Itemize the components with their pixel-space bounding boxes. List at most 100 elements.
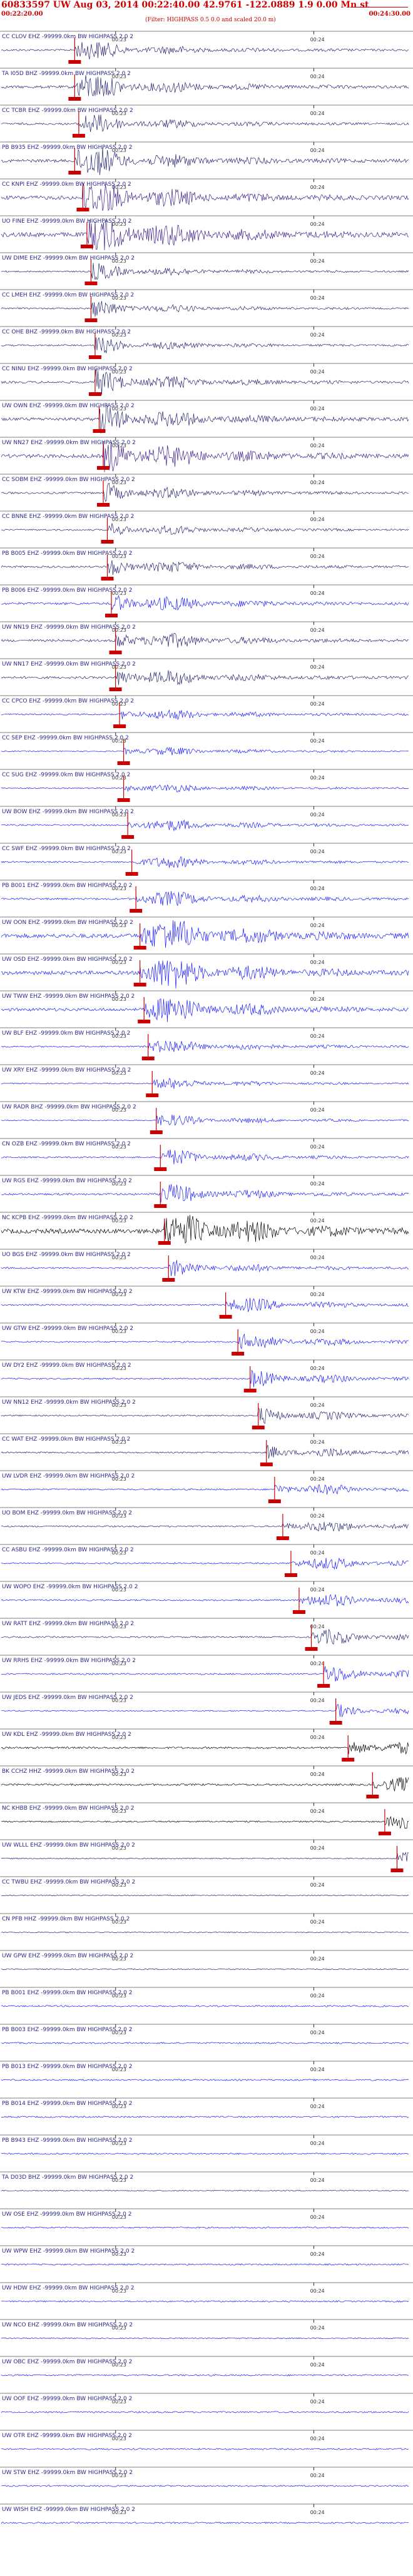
waveform (1, 2374, 409, 2376)
channel-label: UW OTR EHZ -99999.0km BW HIGHPASS 2.0 2 (2, 2433, 132, 2439)
trace-row: 00:23 00:24CC SEP EHZ -99999.0km BW HIGHP… (0, 732, 413, 765)
pick-marker (84, 281, 98, 285)
trace-row: 00:23 00:24CC LMEH EHZ -99999.0km BW HIGH… (0, 289, 413, 322)
tick-label: 00:24 (310, 2251, 325, 2257)
pick-marker (268, 1499, 281, 1503)
waveform (1, 2042, 409, 2044)
waveform (1, 1628, 409, 1645)
waveform (1, 2448, 409, 2450)
trace-row: 00:23 00:24UW DIME EHZ -99999.0km BW HIGH… (0, 252, 413, 285)
tick-label: 00:24 (310, 664, 325, 670)
trace-row: 00:23 00:24UW GTW EHZ -99999.0km BW HIGHP… (0, 1322, 413, 1356)
channel-label: PB B001 EHZ -99999.0km BW HIGHPASS 2.0 2 (2, 1990, 132, 1996)
tick-label: 00:24 (310, 111, 325, 116)
tick-label: 00:24 (310, 2288, 325, 2294)
tick-label: 00:24 (310, 738, 325, 744)
trace-row: 00:23 00:24CC SOBM EHZ -99999.0km BW HIGH… (0, 474, 413, 507)
waveform (1, 2005, 409, 2007)
trace-list: 00:23 00:24 CC CLOV EHZ -99999.0km BW HIGH… (0, 29, 413, 2576)
pick-marker (125, 872, 138, 876)
tick-label: 00:24 (310, 923, 325, 928)
trace-row: 00:23 00:24PB B935 EHZ -99999.0km BW HIGH… (0, 141, 413, 175)
tick-label: 00:24 (310, 812, 325, 818)
waveform (1, 337, 409, 353)
tick-label: 00:24 (310, 1661, 325, 1666)
waveform (1, 1407, 409, 1424)
trace-row: 00:23 00:24CC KNPI EHZ -99999.0km BW HIGH… (0, 178, 413, 211)
pick-marker (88, 355, 101, 359)
waveform (1, 2522, 409, 2524)
pick-marker (146, 1093, 159, 1097)
channel-label: UW STW EHZ -99999.0km BW HIGHPASS 2.0 2 (2, 2470, 133, 2476)
trace-row: 00:23 00:24UW OTR EHZ -99999.0km BW HIGHP… (0, 2430, 413, 2450)
channel-label: CC SEP EHZ -99999.0km BW HIGHPASS 2.0 2 (2, 735, 129, 741)
channel-label: PB B005 EHZ -99999.0km BW HIGHPASS 2.0 2 (2, 550, 132, 557)
trace-row: 00:23 00:24UW NCO EHZ -99999.0km BW HIGHP… (0, 2319, 413, 2340)
trace-row: 00:23 00:24UW TWW EHZ -99999.0km BW HIGHP… (0, 990, 413, 1023)
tick-label: 00:24 (310, 2473, 325, 2478)
tick-label: 00:24 (310, 1919, 325, 1925)
trace-row: 00:23 00:24UW KDL EHZ -99999.0km BW HIGHP… (0, 1728, 413, 1762)
pick-marker (292, 1610, 305, 1614)
trace-row: 00:23 00:24CC TCBR EHZ -99999.0km BW HIGH… (0, 104, 413, 138)
trace-row: 00:23 00:24TA D03D BHZ -99999.0km BW HIGH… (0, 2171, 413, 2192)
trace-row: 00:23 00:24CC BNNE EHZ -99999.0km BW HIGH… (0, 510, 413, 544)
trace-row: 00:23 00:24CN PFB HHZ -99999.0km BW HIGHP… (0, 1913, 413, 1934)
trace-row: 00:23 00:24PB B006 EHZ -99999.0km BW HIGH… (0, 584, 413, 617)
channel-label: PB B006 EHZ -99999.0km BW HIGHPASS 2.0 2 (2, 587, 132, 594)
tick-label: 00:24 (310, 960, 325, 965)
waveform (1, 2116, 409, 2118)
waveform (1, 1333, 409, 1349)
waveform (1, 856, 409, 868)
tick-label: 00:24 (310, 1366, 325, 1371)
trace-row: 00:23 00:24UW HDW EHZ -99999.0km BW HIGHP… (0, 2282, 413, 2303)
trace-row: 00:23 00:24UW JEDS EHZ -99999.0km BW HIGH… (0, 1691, 413, 1725)
tick-label: 00:24 (310, 701, 325, 707)
trace-row: 00:23 00:24UW LVDR EHZ -99999.0km BW HIGH… (0, 1470, 413, 1503)
pick-marker (88, 392, 101, 396)
waveform (1, 368, 409, 395)
waveform (1, 998, 409, 1022)
channel-label: UW XRY EHZ -99999.0km BW HIGHPASS 2.0 2 (2, 1067, 131, 1073)
waveform (1, 2485, 409, 2487)
tick-label: 00:24 (310, 1735, 325, 1740)
channel-label: PB B001 EHZ -99999.0km BW HIGHPASS 2.0 2 (2, 883, 132, 889)
seismogram-page: 60833597 UW Aug 03, 2014 00:22:40.00 42.… (0, 0, 413, 2576)
channel-label: CC TWBU EHZ -99999.0km BW HIGHPASS 2.0 2 (2, 1879, 135, 1885)
pick-marker (76, 208, 89, 211)
tick-label: 00:24 (310, 1181, 325, 1187)
trace-row: 00:23 00:24UW OSD EHZ -99999.0km BW HIGHP… (0, 953, 413, 989)
pick-marker (260, 1463, 273, 1466)
pick-marker (305, 1647, 318, 1651)
waveform (1, 891, 409, 906)
trace-row: 00:23 00:24UW OON EHZ -99999.0km BW HIGHP… (0, 916, 413, 950)
pick-marker (93, 429, 106, 433)
pick-marker (68, 171, 81, 175)
trace-row: 00:23 00:24UW WOPO EHZ -99999.0km BW HIGH… (0, 1581, 413, 1614)
tick-label: 00:24 (310, 1329, 325, 1334)
channel-label: TA I05D BHZ -99999.0km BW HIGHPASS 2.0 2 (1, 71, 131, 77)
pick-marker (390, 1869, 404, 1872)
tick-label: 00:24 (310, 1772, 325, 1777)
channel-label: CC TCBR EHZ -99999.0km BW HIGHPASS 2.0 2 (2, 108, 133, 114)
channel-label: CC ASBU EHZ -99999.0km BW HIGHPASS 2.0 2 (2, 1547, 134, 1553)
channel-label: UW DY2 EHZ -99999.0km BW HIGHPASS 2.0 2 (2, 1362, 131, 1369)
pick-marker (133, 983, 146, 986)
tick-label: 00:24 (310, 1070, 325, 1076)
channel-label: UW RGS EHZ -99999.0km BW HIGHPASS 2.0 2 (2, 1178, 132, 1184)
tick-label: 00:24 (310, 148, 325, 153)
waveform (1, 301, 409, 317)
waveform (1, 784, 409, 793)
channel-label: UW BOW EHZ -99999.0km BW HIGHPASS 2.0 2 (2, 809, 134, 815)
pick-marker (101, 577, 114, 581)
tick-label: 00:24 (310, 2141, 325, 2146)
waveform (1, 1931, 409, 1934)
waveform (1, 1444, 409, 1459)
tick-label: 00:24 (310, 1218, 325, 1224)
pick-marker (232, 1352, 245, 1356)
trace-row: 00:23 00:24UW RADR BHZ -99999.0km BW HIGH… (0, 1101, 413, 1134)
trace-row: 00:23 00:24CC OHE BHZ -99999.0km BW HIGHP… (0, 326, 413, 359)
pick-marker (133, 946, 146, 950)
header-dash (350, 7, 408, 8)
pick-marker (109, 687, 122, 691)
